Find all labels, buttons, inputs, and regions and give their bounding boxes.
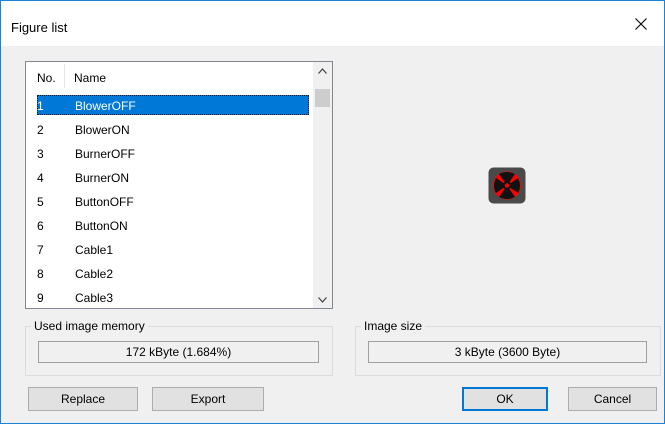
dialog-title: Figure list <box>11 20 68 35</box>
chevron-up-icon <box>318 67 327 74</box>
list-rows: 1 BlowerOFF 2 BlowerON 3 BurnerOFF 4 BurnerON 5 B… <box>26 93 312 308</box>
item-name: Cable3 <box>75 291 114 305</box>
close-button[interactable] <box>618 1 664 46</box>
item-name: ButtonON <box>75 219 128 233</box>
used-memory-value: 172 kByte (1.684%) <box>38 341 319 363</box>
item-number: 6 <box>37 219 44 233</box>
item-number: 7 <box>37 243 44 257</box>
item-name: Cable2 <box>75 267 114 281</box>
list-item[interactable]: 5 ButtonOFF <box>26 189 312 213</box>
vertical-scrollbar[interactable] <box>313 62 332 308</box>
item-number: 4 <box>37 171 44 185</box>
item-name: BurnerOFF <box>75 147 136 161</box>
item-name: Cable1 <box>75 243 114 257</box>
item-number: 5 <box>37 195 44 209</box>
chevron-down-icon <box>318 296 327 303</box>
list-item[interactable]: 3 BurnerOFF <box>26 141 312 165</box>
blower-off-icon <box>488 167 526 204</box>
close-icon <box>635 17 647 30</box>
scroll-down-button[interactable] <box>313 291 332 308</box>
item-name: BlowerON <box>75 123 130 137</box>
figure-listbox[interactable]: No. Name 1 BlowerOFF 2 BlowerON 3 BurnerOFF 4 B… <box>25 61 333 309</box>
title-bar: Figure list <box>1 1 664 46</box>
ok-button[interactable]: OK <box>462 387 548 411</box>
item-number: 2 <box>37 123 44 137</box>
list-item[interactable]: 8 Cable2 <box>26 261 312 285</box>
column-header-name[interactable]: Name <box>74 71 106 85</box>
item-name: BurnerON <box>75 171 130 185</box>
export-button[interactable]: Export <box>152 387 264 411</box>
column-header-no[interactable]: No. <box>37 71 56 85</box>
item-number: 8 <box>37 267 44 281</box>
list-item[interactable]: 7 Cable1 <box>26 237 312 261</box>
cancel-button[interactable]: Cancel <box>568 387 657 411</box>
item-number: 3 <box>37 147 44 161</box>
used-memory-label: Used image memory <box>31 319 148 333</box>
scroll-up-button[interactable] <box>313 62 332 79</box>
list-item[interactable]: 6 ButtonON <box>26 213 312 237</box>
list-header: No. Name <box>26 62 312 91</box>
image-size-value: 3 kByte (3600 Byte) <box>368 341 647 363</box>
image-size-group: Image size 3 kByte (3600 Byte) <box>355 319 661 376</box>
list-item[interactable]: 4 BurnerON <box>26 165 312 189</box>
replace-button[interactable]: Replace <box>28 387 138 411</box>
image-size-label: Image size <box>361 319 426 333</box>
scroll-thumb[interactable] <box>315 89 330 107</box>
item-name: BlowerOFF <box>75 99 136 113</box>
item-number: 1 <box>37 99 44 113</box>
item-name: ButtonOFF <box>75 195 134 209</box>
used-memory-group: Used image memory 172 kByte (1.684%) <box>25 319 333 376</box>
list-item[interactable]: 2 BlowerON <box>26 117 312 141</box>
column-separator[interactable] <box>64 64 65 88</box>
item-number: 9 <box>37 291 44 305</box>
list-item[interactable]: 9 Cable3 <box>26 285 312 308</box>
list-item[interactable]: 1 BlowerOFF <box>26 93 312 117</box>
figure-list-dialog: Figure list No. Name 1 BlowerOFF 2 BlowerON… <box>0 0 665 424</box>
figure-preview <box>488 167 526 204</box>
